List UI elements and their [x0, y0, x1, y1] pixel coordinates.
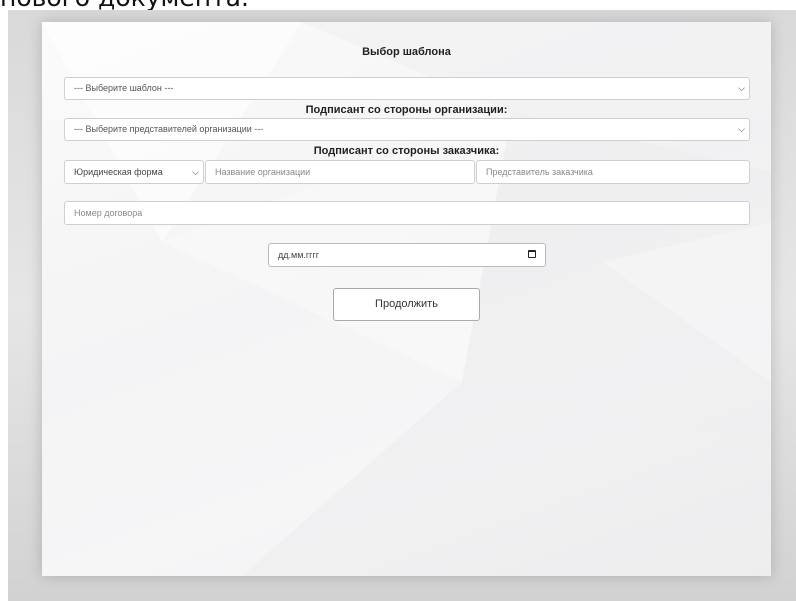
customer-representative-placeholder: Представитель заказчика: [486, 167, 593, 177]
org-signer-heading: Подписант со стороны организации:: [305, 104, 508, 116]
template-select[interactable]: --- Выберите шаблон --- ⌵: [64, 77, 750, 100]
chevron-down-icon: ⌵: [192, 167, 199, 177]
template-select-value: --- Выберите шаблон ---: [74, 83, 174, 93]
contract-number-input[interactable]: Номер договора: [64, 201, 750, 225]
customer-signer-heading: Подписант со стороны заказчика:: [313, 145, 500, 157]
date-placeholder: дд.мм.гггг: [278, 250, 320, 260]
continue-button[interactable]: Продолжить: [333, 288, 480, 321]
form-title: Выбор шаблона: [362, 46, 451, 58]
customer-representative-input[interactable]: Представитель заказчика: [476, 160, 750, 184]
chevron-down-icon: ⌵: [738, 124, 745, 134]
org-representative-select-value: --- Выберите представителей организации …: [74, 124, 264, 134]
legal-form-select[interactable]: Юридическая форма ⌵: [64, 160, 204, 184]
form-card: Выбор шаблона --- Выберите шаблон --- ⌵ …: [42, 22, 771, 576]
org-name-placeholder: Название организации: [215, 167, 311, 177]
calendar-icon[interactable]: [528, 250, 536, 258]
legal-form-select-value: Юридическая форма: [74, 167, 163, 177]
page: нового документа. Выбор шаблона --- Выбе…: [0, 0, 796, 601]
contract-number-placeholder: Номер договора: [74, 208, 143, 218]
chevron-down-icon: ⌵: [738, 83, 745, 93]
org-name-input[interactable]: Название организации: [205, 160, 475, 184]
date-input[interactable]: дд.мм.гггг: [268, 243, 546, 267]
org-representative-select[interactable]: --- Выберите представителей организации …: [64, 118, 750, 141]
